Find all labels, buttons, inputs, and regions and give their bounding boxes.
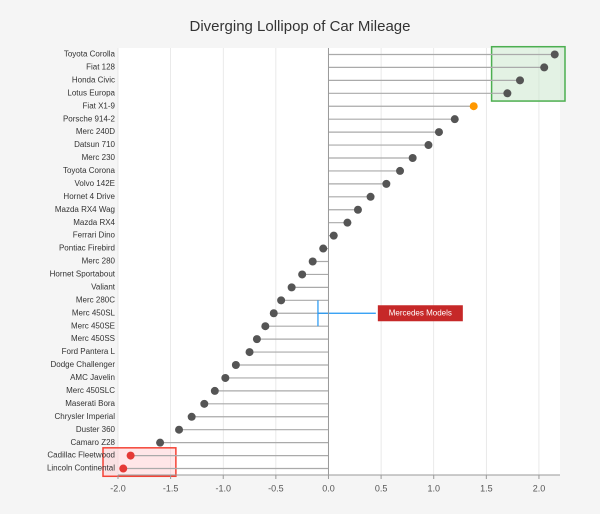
svg-text:Mazda RX4: Mazda RX4 (73, 218, 115, 227)
svg-text:Fiat 128: Fiat 128 (86, 63, 115, 72)
svg-text:2.0: 2.0 (533, 483, 546, 493)
svg-text:Merc 450SL: Merc 450SL (72, 308, 116, 317)
svg-text:-2.0: -2.0 (110, 483, 126, 493)
svg-text:Mazda RX4 Wag: Mazda RX4 Wag (55, 205, 115, 214)
svg-text:Volvo 142E: Volvo 142E (75, 179, 115, 188)
svg-text:Fiat X1-9: Fiat X1-9 (83, 101, 116, 110)
svg-text:Lincoln Continental: Lincoln Continental (47, 464, 115, 473)
svg-text:Toyota Corolla: Toyota Corolla (64, 50, 116, 59)
svg-text:-0.5: -0.5 (268, 483, 284, 493)
svg-text:Merc 280C: Merc 280C (76, 295, 115, 304)
svg-text:Merc 230: Merc 230 (82, 153, 116, 162)
svg-text:Mercedes Models: Mercedes Models (389, 308, 452, 317)
svg-text:Honda Civic: Honda Civic (72, 75, 115, 84)
svg-text:Maserati Bora: Maserati Bora (65, 399, 115, 408)
svg-text:Merc 280: Merc 280 (82, 257, 116, 266)
svg-text:Cadillac Fleetwood: Cadillac Fleetwood (47, 451, 115, 460)
svg-text:Ferrari Dino: Ferrari Dino (73, 231, 116, 240)
svg-text:Ford Pantera L: Ford Pantera L (62, 347, 116, 356)
svg-text:Valiant: Valiant (91, 282, 116, 291)
svg-text:1.0: 1.0 (427, 483, 440, 493)
svg-text:0.0: 0.0 (322, 483, 335, 493)
chart-title: Diverging Lollipop of Car Mileage (190, 18, 411, 35)
svg-text:-1.5: -1.5 (163, 483, 179, 493)
svg-text:Datsun 710: Datsun 710 (74, 140, 115, 149)
svg-text:1.5: 1.5 (480, 483, 493, 493)
svg-text:Toyota Corona: Toyota Corona (63, 166, 116, 175)
svg-text:Lotus Europa: Lotus Europa (67, 88, 115, 97)
svg-text:AMC Javelin: AMC Javelin (70, 373, 115, 382)
svg-text:Porsche 914-2: Porsche 914-2 (63, 114, 116, 123)
svg-text:0.5: 0.5 (375, 483, 388, 493)
svg-text:Chrysler Imperial: Chrysler Imperial (55, 412, 116, 421)
svg-text:Duster 360: Duster 360 (76, 425, 116, 434)
svg-text:Merc 450SLC: Merc 450SLC (66, 386, 115, 395)
svg-text:Pontiac Firebird: Pontiac Firebird (59, 244, 115, 253)
svg-text:Camaro Z28: Camaro Z28 (71, 438, 116, 447)
chart-container: Diverging Lollipop of Car Mileage Toyota… (0, 0, 600, 514)
svg-text:Merc 450SE: Merc 450SE (71, 321, 115, 330)
svg-text:Merc 450SS: Merc 450SS (71, 334, 115, 343)
svg-text:Hornet 4 Drive: Hornet 4 Drive (63, 192, 115, 201)
svg-text:Merc 240D: Merc 240D (76, 127, 115, 136)
main-chart: Toyota Corolla Fiat 128 Honda Civic Lotus E… (10, 43, 590, 503)
svg-text:Hornet Sportabout: Hornet Sportabout (50, 270, 116, 279)
svg-text:Dodge Challenger: Dodge Challenger (51, 360, 116, 369)
svg-text:-1.0: -1.0 (215, 483, 231, 493)
